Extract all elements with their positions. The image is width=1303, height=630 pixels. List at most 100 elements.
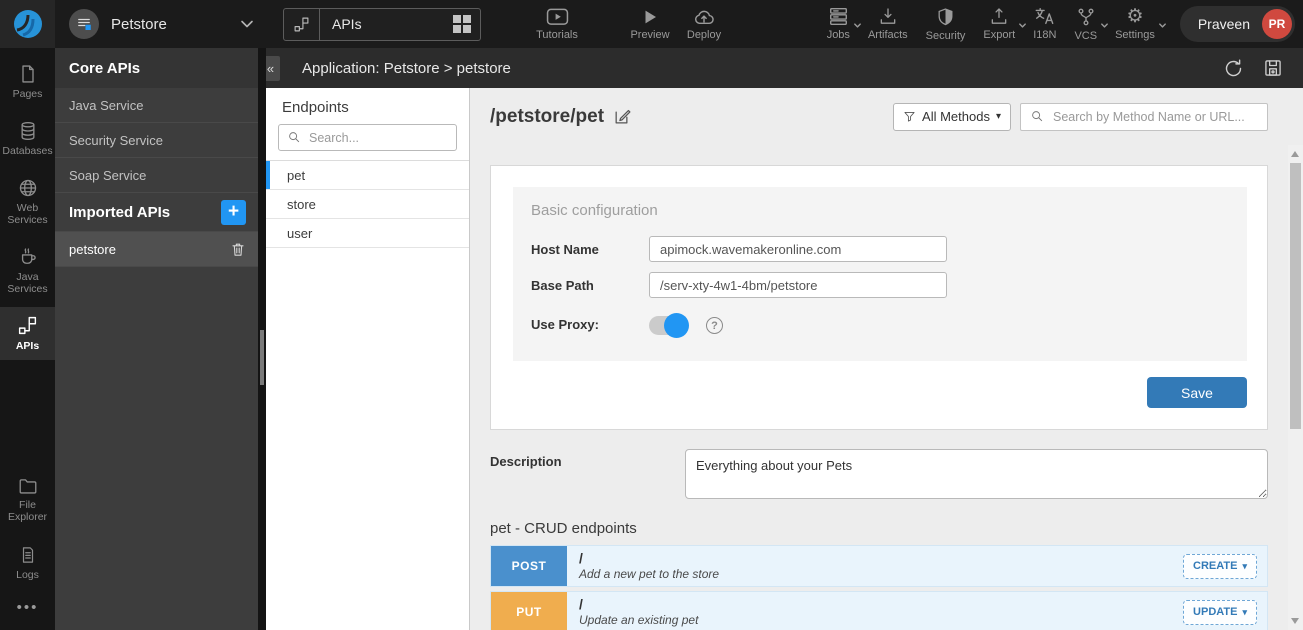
- i18n-label: I18N: [1033, 29, 1056, 41]
- i18n-button[interactable]: I18N: [1024, 0, 1065, 48]
- description-row: Description Everything about your Pets: [490, 449, 1268, 499]
- youtube-icon: [546, 8, 569, 26]
- sidebar-item-soap-service[interactable]: Soap Service: [55, 158, 258, 193]
- grid-icon[interactable]: [453, 15, 471, 33]
- user-name: Praveen: [1198, 16, 1250, 32]
- chevron-down-icon: [1158, 21, 1167, 30]
- vcs-label: VCS: [1074, 30, 1097, 42]
- settings-label: Settings: [1115, 29, 1155, 41]
- sidebar-scrollbar[interactable]: [258, 48, 266, 630]
- app-logo[interactable]: [0, 0, 55, 48]
- save-button[interactable]: Save: [1147, 377, 1247, 408]
- add-api-button[interactable]: +: [221, 200, 246, 225]
- upload-tray-icon: [989, 7, 1009, 26]
- host-name-label: Host Name: [531, 242, 649, 257]
- vcs-button[interactable]: VCS: [1065, 0, 1106, 48]
- use-proxy-toggle[interactable]: [649, 316, 685, 335]
- endpoint-item-store[interactable]: store: [266, 190, 469, 219]
- scroll-down-arrow[interactable]: [1291, 618, 1299, 624]
- log-file-icon: [19, 545, 37, 565]
- jobs-label: Jobs: [827, 29, 850, 41]
- save-icon[interactable]: [1263, 58, 1283, 78]
- endpoint-item-pet[interactable]: pet: [266, 161, 469, 190]
- translate-icon: [1034, 7, 1055, 26]
- endpoint-search-input[interactable]: [278, 124, 457, 151]
- basic-configuration-title: Basic configuration: [531, 202, 1229, 219]
- rail-item-apis[interactable]: APIs: [0, 307, 55, 360]
- sidebar-item-petstore[interactable]: petstore: [55, 232, 258, 267]
- chevron-down-icon: ▾: [996, 111, 1001, 122]
- rail-label: Logs: [16, 569, 39, 581]
- rail-label: Pages: [13, 88, 43, 100]
- trash-icon[interactable]: [230, 241, 246, 258]
- refresh-icon[interactable]: [1223, 58, 1244, 79]
- methods-filter-label: All Methods: [922, 109, 990, 124]
- artifacts-button[interactable]: Artifacts: [859, 0, 917, 48]
- endpoints-title: Endpoints: [266, 88, 469, 124]
- crud-endpoints-title: pet - CRUD endpoints: [490, 520, 1268, 537]
- edit-icon[interactable]: [613, 107, 632, 126]
- tutorials-button[interactable]: Tutorials: [526, 0, 588, 48]
- use-proxy-label: Use Proxy:: [531, 317, 649, 332]
- rail-item-pages[interactable]: Pages: [0, 56, 55, 108]
- rail-item-file-explorer[interactable]: FileExplorer: [0, 469, 55, 531]
- module-selector[interactable]: APIs: [283, 8, 481, 41]
- user-menu[interactable]: Praveen PR: [1180, 6, 1295, 42]
- scroll-up-arrow[interactable]: [1291, 151, 1299, 157]
- main-header: /petstore/pet All Methods ▾: [470, 88, 1288, 145]
- create-action-button[interactable]: CREATE ▾: [1183, 554, 1257, 579]
- endpoint-item-user[interactable]: user: [266, 219, 469, 248]
- folder-icon: [18, 477, 38, 495]
- rail-label: APIs: [16, 340, 39, 352]
- funnel-icon: [903, 110, 916, 123]
- deploy-button[interactable]: Deploy: [678, 0, 730, 48]
- settings-button[interactable]: ⚙ Settings: [1106, 0, 1164, 48]
- download-tray-icon: [878, 7, 898, 26]
- sidebar-item-security-service[interactable]: Security Service: [55, 123, 258, 158]
- path-text: /petstore/pet: [490, 106, 604, 128]
- jobs-button[interactable]: Jobs: [818, 0, 859, 48]
- host-name-input[interactable]: [649, 236, 947, 262]
- more-options-icon[interactable]: •••: [0, 589, 55, 630]
- update-action-button[interactable]: UPDATE ▾: [1183, 600, 1257, 625]
- user-avatar: PR: [1262, 9, 1292, 39]
- imported-apis-header: Imported APIs +: [55, 193, 258, 232]
- search-icon: [1030, 109, 1044, 123]
- crud-row-post[interactable]: POST / Add a new pet to the store CREATE…: [490, 545, 1268, 587]
- artifacts-label: Artifacts: [868, 29, 908, 41]
- preview-button[interactable]: Preview: [622, 0, 678, 48]
- configuration-card: Basic configuration Host Name Base Path …: [490, 165, 1268, 430]
- export-button[interactable]: Export: [974, 0, 1024, 48]
- gear-icon: ⚙: [1126, 7, 1143, 26]
- crud-row-put[interactable]: PUT / Update an existing pet UPDATE ▾: [490, 591, 1268, 630]
- scrollbar-thumb[interactable]: [1290, 163, 1301, 429]
- base-path-input[interactable]: [649, 272, 947, 298]
- wavemaker-logo-icon: [11, 7, 45, 41]
- chevron-down-icon[interactable]: [239, 16, 255, 32]
- help-icon[interactable]: ?: [706, 317, 723, 334]
- left-rail: Pages Databases WebServices JavaServices…: [0, 48, 55, 630]
- methods-filter-dropdown[interactable]: All Methods ▾: [893, 103, 1011, 131]
- api-nodes-icon: [284, 9, 320, 40]
- scrollbar-thumb[interactable]: [260, 330, 264, 385]
- application-breadcrumb: Application: Petstore > petstore: [302, 60, 511, 77]
- main-scrollbar[interactable]: [1288, 145, 1303, 630]
- api-sidebar: Core APIs Java Service Security Service …: [55, 48, 258, 630]
- rail-item-logs[interactable]: Logs: [0, 537, 55, 589]
- sidebar-item-java-service[interactable]: Java Service: [55, 88, 258, 123]
- jobs-icon: [828, 7, 849, 26]
- security-button[interactable]: Security: [917, 0, 975, 48]
- toggle-knob: [664, 313, 689, 338]
- rail-label: JavaServices: [7, 271, 47, 295]
- rail-item-java-services[interactable]: JavaServices: [0, 239, 55, 303]
- petstore-label: petstore: [69, 242, 116, 257]
- description-textarea[interactable]: Everything about your Pets: [685, 449, 1268, 499]
- page-icon: [18, 64, 38, 84]
- method-search-input[interactable]: [1020, 103, 1268, 131]
- rail-item-databases[interactable]: Databases: [0, 113, 55, 165]
- module-label: APIs: [332, 16, 362, 32]
- rail-label: WebServices: [7, 202, 47, 226]
- cloud-upload-icon: [693, 8, 715, 26]
- project-switcher[interactable]: Petstore: [55, 9, 261, 39]
- rail-item-web-services[interactable]: WebServices: [0, 170, 55, 234]
